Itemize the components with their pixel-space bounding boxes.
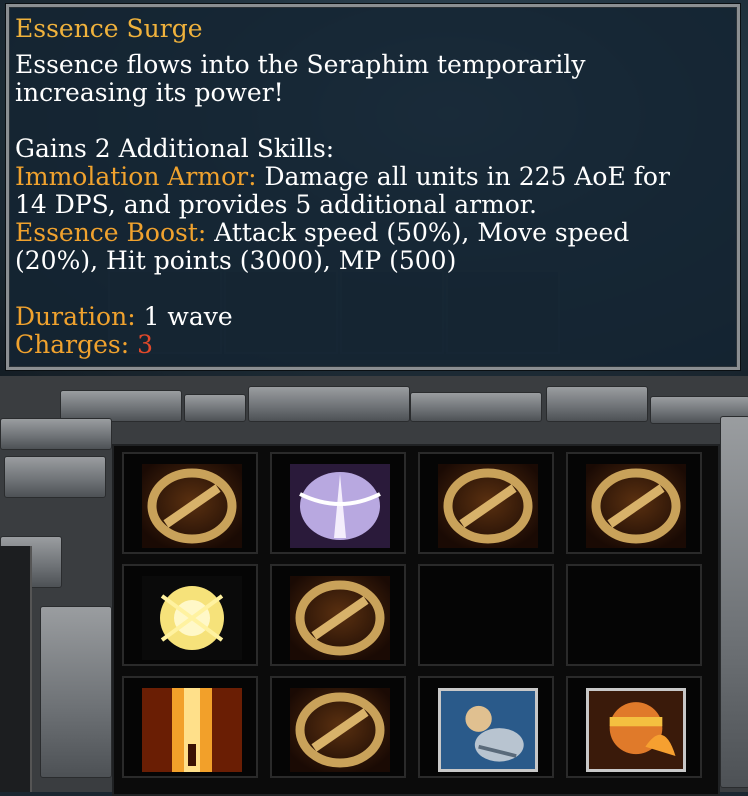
command-slot[interactable] bbox=[566, 564, 702, 666]
fire-pillar-icon[interactable] bbox=[142, 688, 242, 772]
skill1-name: Immolation Armor: bbox=[15, 162, 257, 191]
command-slot[interactable] bbox=[270, 676, 406, 778]
duration-value: 1 wave bbox=[135, 302, 233, 331]
command-slot[interactable] bbox=[566, 676, 702, 778]
skill2-desc: Attack speed (50%), Move speed bbox=[206, 218, 630, 247]
skill1-desc: Damage all units in 225 AoE for bbox=[256, 162, 670, 191]
tooltip-description: Essence flows into the Seraphim temporar… bbox=[15, 50, 586, 79]
stone-brick bbox=[4, 456, 106, 498]
disabled-slot-icon[interactable] bbox=[290, 688, 390, 772]
skill1-line: Immolation Armor: Damage all units in 22… bbox=[15, 163, 729, 191]
seraphim-wings-icon[interactable] bbox=[290, 464, 390, 548]
command-slot[interactable] bbox=[418, 452, 554, 554]
skill2-name: Essence Boost: bbox=[15, 218, 207, 247]
stone-brick bbox=[410, 392, 542, 422]
command-slot[interactable] bbox=[418, 564, 554, 666]
golden-burst-icon[interactable] bbox=[142, 576, 242, 660]
disabled-slot-icon[interactable] bbox=[586, 464, 686, 548]
ability-tooltip: Essence Surge Essence flows into the Ser… bbox=[6, 4, 740, 370]
duration-label: Duration: bbox=[15, 302, 136, 331]
skill2-line: Essence Boost: Attack speed (50%), Move … bbox=[15, 219, 729, 247]
command-slot[interactable] bbox=[270, 452, 406, 554]
stone-brick bbox=[40, 606, 112, 778]
stone-brick bbox=[546, 386, 648, 422]
skill1-desc-cont: 14 DPS, and provides 5 additional armor. bbox=[15, 190, 537, 219]
command-card-grid bbox=[112, 444, 720, 796]
stone-brick bbox=[0, 418, 112, 450]
command-slot[interactable] bbox=[566, 452, 702, 554]
gains-line: Gains 2 Additional Skills: bbox=[15, 134, 335, 163]
tooltip-title: Essence Surge bbox=[15, 14, 203, 43]
duration-line: Duration: 1 wave bbox=[15, 303, 729, 331]
charges-line: Charges: 3 bbox=[15, 331, 729, 359]
tooltip-description: increasing its power! bbox=[15, 78, 284, 107]
command-slot[interactable] bbox=[122, 564, 258, 666]
immolation-hero-icon[interactable] bbox=[586, 688, 686, 772]
command-slot[interactable] bbox=[418, 676, 554, 778]
command-slot[interactable] bbox=[122, 676, 258, 778]
stone-brick bbox=[248, 386, 410, 422]
disabled-slot-icon[interactable] bbox=[142, 464, 242, 548]
command-slot[interactable] bbox=[122, 452, 258, 554]
skill2-desc-cont: (20%), Hit points (3000), MP (500) bbox=[15, 246, 457, 275]
stone-brick bbox=[184, 394, 246, 422]
wall-column bbox=[0, 546, 32, 792]
disabled-slot-icon[interactable] bbox=[438, 464, 538, 548]
stone-brick bbox=[720, 416, 748, 788]
armored-fist-icon[interactable] bbox=[438, 688, 538, 772]
charges-label: Charges: bbox=[15, 330, 130, 359]
command-slot[interactable] bbox=[270, 564, 406, 666]
disabled-slot-icon[interactable] bbox=[290, 576, 390, 660]
charges-value: 3 bbox=[129, 330, 153, 359]
